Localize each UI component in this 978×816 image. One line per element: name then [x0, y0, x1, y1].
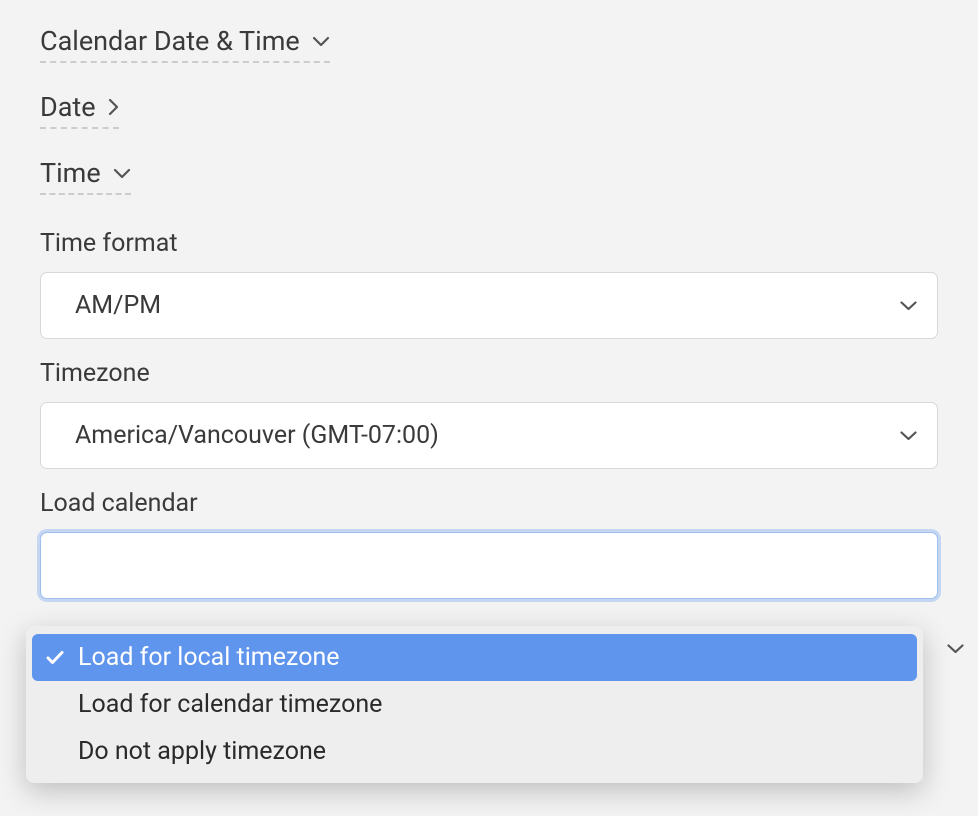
load-calendar-field: Load calendar: [40, 489, 938, 599]
chevron-down-icon: [900, 431, 917, 441]
chevron-down-icon: [312, 36, 330, 47]
chevron-down-icon: [900, 301, 917, 311]
check-icon: [44, 650, 66, 665]
load-calendar-option-label: Load for local timezone: [78, 643, 340, 672]
load-calendar-value: [75, 551, 81, 580]
load-calendar-dropdown: Load for local timezone Load for calenda…: [26, 626, 923, 783]
timezone-field: Timezone America/Vancouver (GMT-07:00): [40, 359, 938, 469]
time-format-label: Time format: [40, 229, 938, 258]
section-calendar-datetime[interactable]: Calendar Date & Time: [40, 25, 330, 63]
load-calendar-option-none[interactable]: Do not apply timezone: [32, 728, 917, 775]
section-date-title: Date: [40, 91, 96, 123]
load-calendar-label: Load calendar: [40, 489, 938, 518]
load-calendar-select[interactable]: [40, 532, 938, 599]
load-calendar-option-local[interactable]: Load for local timezone: [32, 634, 917, 681]
section-time-title: Time: [40, 157, 101, 189]
section-calendar-datetime-title: Calendar Date & Time: [40, 25, 300, 57]
time-format-select[interactable]: AM/PM: [40, 272, 938, 339]
time-format-field: Time format AM/PM: [40, 229, 938, 339]
load-calendar-option-label: Load for calendar timezone: [78, 690, 382, 719]
section-date[interactable]: Date: [40, 91, 119, 129]
timezone-select[interactable]: America/Vancouver (GMT-07:00): [40, 402, 938, 469]
timezone-label: Timezone: [40, 359, 938, 388]
chevron-down-icon: [113, 168, 131, 179]
load-calendar-option-calendar[interactable]: Load for calendar timezone: [32, 681, 917, 728]
chevron-down-icon: [947, 644, 964, 654]
section-time[interactable]: Time: [40, 157, 131, 195]
chevron-right-icon: [108, 98, 119, 116]
timezone-value: America/Vancouver (GMT-07:00): [75, 421, 439, 450]
load-calendar-option-label: Do not apply timezone: [78, 737, 326, 766]
time-format-value: AM/PM: [75, 291, 161, 320]
